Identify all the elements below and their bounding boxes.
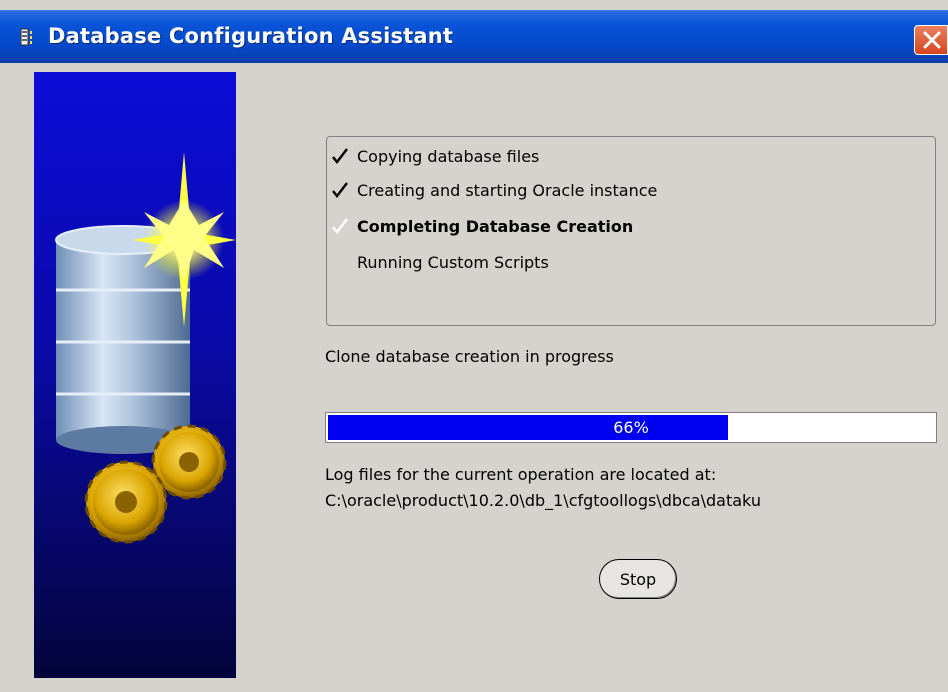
progress-bar: 66%	[325, 412, 937, 443]
oracle-dbca-icon	[20, 27, 38, 47]
dbca-window: Database Configuration Assistant Copying…	[0, 0, 948, 692]
stop-button[interactable]: Stop	[599, 559, 677, 599]
log-location-path: C:\oracle\product\10.2.0\db_1\cfgtoollog…	[325, 491, 761, 510]
in-progress-check-icon	[331, 217, 349, 235]
progress-percentage: 66%	[613, 418, 649, 437]
log-location-label: Log files for the current operation are …	[325, 465, 717, 484]
wizard-banner-image	[34, 72, 236, 678]
window-title: Database Configuration Assistant	[48, 24, 454, 48]
checkmark-icon	[331, 181, 349, 199]
checkmark-icon	[331, 147, 349, 165]
title-bar[interactable]: Database Configuration Assistant	[0, 10, 948, 63]
status-message: Clone database creation in progress	[325, 347, 614, 366]
close-button[interactable]	[914, 25, 948, 55]
progress-steps-list: Copying database files Creating and star…	[326, 136, 936, 326]
